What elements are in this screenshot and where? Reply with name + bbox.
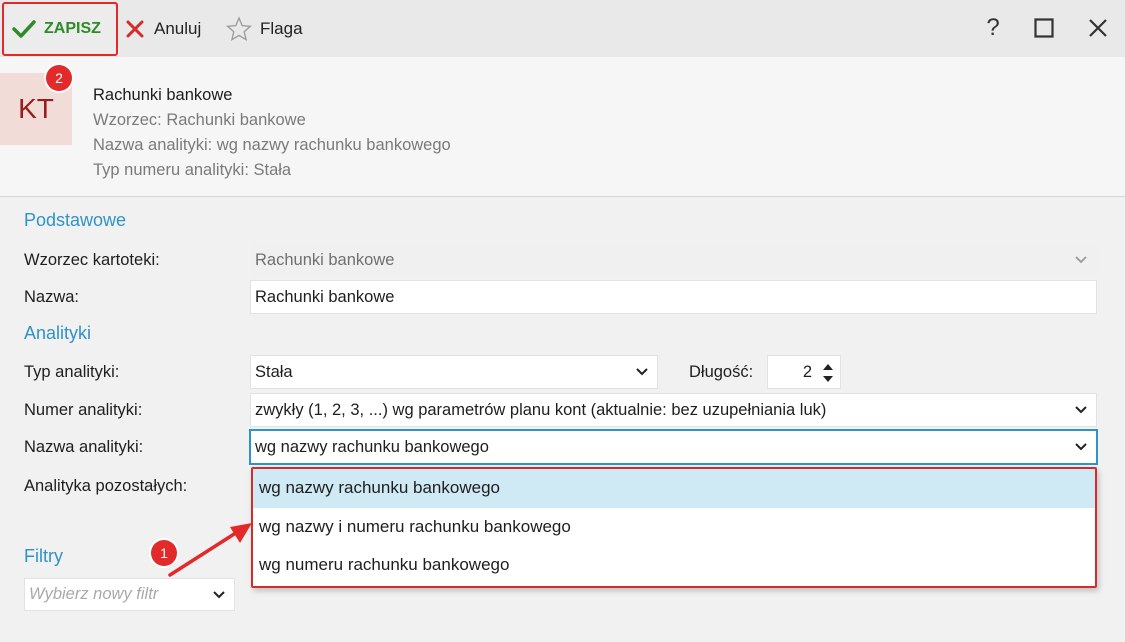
cancel-label: Anuluj: [154, 18, 202, 38]
close-x-icon: [126, 20, 144, 37]
flag-label: Flaga: [260, 18, 303, 38]
header-template: Wzorzec: Rachunki bankowe: [93, 111, 306, 129]
analytics-name-select[interactable]: wg nazwy rachunku bankowego: [249, 429, 1098, 465]
header-title: Rachunki bankowe: [93, 86, 233, 104]
template-value: Rachunki bankowe: [255, 250, 395, 269]
analytics-number-select[interactable]: zwykły (1, 2, 3, ...) wg parametrów plan…: [250, 393, 1097, 427]
new-filter-select[interactable]: Wybierz nowy filtr: [24, 578, 235, 611]
chevron-down-icon: [1075, 256, 1087, 264]
close-window-button[interactable]: [1082, 12, 1114, 44]
name-value: Rachunki bankowe: [255, 287, 395, 306]
analytics-number-label: Numer analityki:: [24, 401, 143, 419]
header-analytics-name: Nazwa analityki: wg nazwy rachunku banko…: [93, 136, 451, 154]
section-filters: Filtry: [24, 546, 63, 566]
analytics-number-value: zwykły (1, 2, 3, ...) wg parametrów plan…: [255, 400, 827, 419]
dropdown-option[interactable]: wg nazwy rachunku bankowego: [253, 469, 1095, 508]
help-icon: ?: [986, 14, 1000, 41]
filter-placeholder: Wybierz nowy filtr: [29, 585, 159, 603]
chevron-down-icon: [213, 590, 225, 598]
chevron-down-icon: [636, 368, 648, 376]
analytics-type-value: Stała: [255, 362, 293, 381]
analytics-name-label: Nazwa analityki:: [24, 438, 144, 456]
annotation-badge-1: 1: [151, 540, 177, 566]
template-label: Wzorzec kartoteki:: [24, 251, 160, 269]
maximize-icon: [1034, 18, 1054, 38]
help-button[interactable]: ?: [977, 12, 1009, 44]
cancel-button[interactable]: Anuluj: [126, 0, 201, 57]
save-button[interactable]: ZAPISZ: [2, 2, 118, 56]
other-analytics-label: Analityka pozostałych:: [24, 477, 188, 495]
annotation-badge-2: 2: [46, 65, 72, 91]
chevron-down-icon: [1075, 443, 1087, 451]
analytics-name-value: wg nazwy rachunku bankowego: [255, 437, 489, 456]
header-analytics-number-type: Typ numeru analityki: Stała: [93, 161, 292, 179]
dropdown-option[interactable]: wg nazwy i numeru rachunku bankowego: [253, 508, 1095, 547]
checkmark-icon: [12, 20, 36, 38]
section-basic: Podstawowe: [24, 210, 127, 230]
analytics-type-select[interactable]: Stała: [250, 355, 658, 389]
length-stepper[interactable]: 2: [767, 355, 841, 389]
template-select: Rachunki bankowe: [250, 243, 1097, 277]
length-label: Długość:: [689, 363, 754, 381]
dropdown-option[interactable]: wg numeru rachunku bankowego: [253, 546, 1095, 585]
spinner-arrows-icon[interactable]: [822, 362, 834, 384]
analytics-type-label: Typ analityki:: [24, 363, 120, 381]
name-label: Nazwa:: [24, 288, 80, 306]
save-label: ZAPISZ: [44, 20, 101, 37]
header-info: Rachunki bankowe Wzorzec: Rachunki banko…: [93, 83, 451, 183]
flag-button[interactable]: Flaga: [226, 0, 303, 57]
analytics-name-dropdown: wg nazwy rachunku bankowego wg nazwy i n…: [251, 467, 1097, 588]
record-header: KT 2 Rachunki bankowe Wzorzec: Rachunki …: [0, 57, 1125, 197]
close-icon: [1089, 19, 1107, 37]
section-analytics: Analityki: [24, 323, 92, 343]
maximize-button[interactable]: [1028, 12, 1060, 44]
length-value: 2: [802, 362, 812, 381]
record-type-text: KT: [18, 93, 54, 124]
name-input[interactable]: Rachunki bankowe: [250, 280, 1097, 314]
star-icon: [226, 15, 252, 41]
toolbar: ZAPISZ Anuluj Flaga ?: [0, 0, 1125, 57]
chevron-down-icon: [1075, 406, 1087, 414]
